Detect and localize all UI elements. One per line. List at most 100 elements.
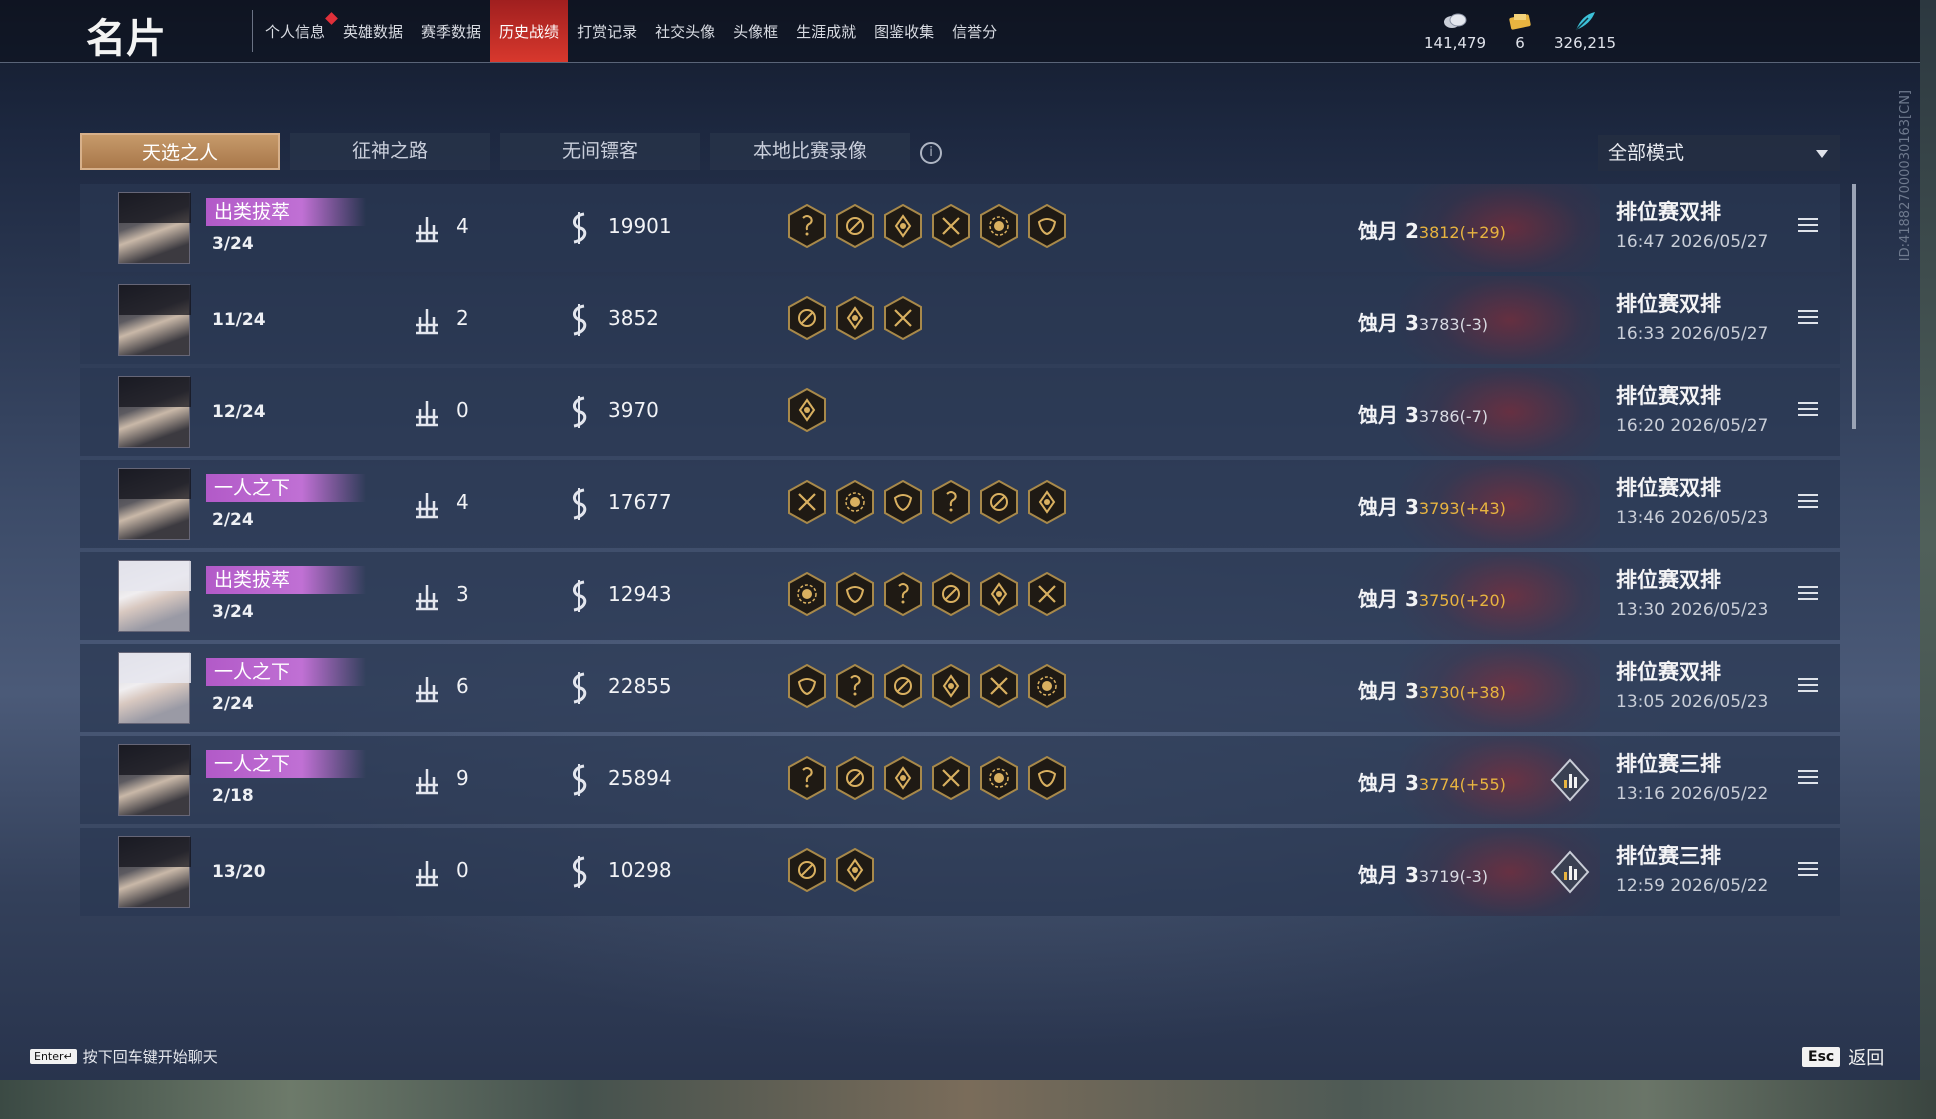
- match-row[interactable]: 出类拔萃 3/24 3 12943 蚀月 33750(+20) 排位赛双排 13:30 20…: [80, 552, 1840, 640]
- rank-score: 3793(+43): [1418, 499, 1506, 518]
- kills-count: 2: [456, 306, 469, 330]
- match-row[interactable]: 11/24 2 3852 蚀月 33783(-3) 排位赛双排 16:33 2026/05…: [80, 276, 1840, 364]
- nav-item-2[interactable]: 赛季数据: [412, 0, 490, 62]
- list-menu-icon[interactable]: [1798, 770, 1818, 786]
- back-button[interactable]: Esc 返回: [1802, 1044, 1884, 1070]
- damage-value: 3970: [608, 398, 659, 422]
- mode-dropdown-value: 全部模式: [1608, 142, 1685, 164]
- rank-tier-name: 蚀月 3: [1358, 311, 1419, 335]
- list-menu-icon[interactable]: [1798, 218, 1818, 234]
- item-icon[interactable]: [980, 572, 1018, 616]
- list-menu-icon[interactable]: [1798, 402, 1818, 418]
- item-icon[interactable]: [980, 756, 1018, 800]
- item-icon[interactable]: [884, 756, 922, 800]
- rank-score: 3719(-3): [1418, 867, 1489, 886]
- item-icon[interactable]: [1028, 480, 1066, 524]
- kills-count: 4: [456, 490, 469, 514]
- avatar-hair: [119, 837, 191, 867]
- achievement-badge: 出类拔萃: [206, 198, 366, 226]
- item-icon[interactable]: [884, 296, 922, 340]
- list-menu-icon[interactable]: [1798, 862, 1818, 878]
- achievement-badge: 出类拔萃: [206, 566, 366, 594]
- team-stats-icon[interactable]: [1550, 758, 1590, 802]
- rank-score: 3786(-7): [1418, 407, 1489, 426]
- nav-item-7[interactable]: 生涯成就: [787, 0, 865, 62]
- nav-item-4[interactable]: 打赏记录: [568, 0, 646, 62]
- nav-item-label: 信誉分: [952, 23, 998, 41]
- currency-feather: 326,215: [1553, 10, 1617, 52]
- nav-item-label: 个人信息: [265, 23, 326, 41]
- match-time: 13:16 2026/05/22: [1616, 784, 1769, 804]
- kills-icon: [410, 211, 444, 245]
- tab-0[interactable]: 天选之人: [80, 133, 280, 170]
- list-menu-icon[interactable]: [1798, 310, 1818, 326]
- item-icon[interactable]: [932, 664, 970, 708]
- item-icon[interactable]: [884, 480, 922, 524]
- item-icon[interactable]: [1028, 664, 1066, 708]
- nav-item-0[interactable]: 个人信息: [256, 0, 338, 62]
- match-row[interactable]: 一人之下 2/24 4 17677 蚀月 33793(+43) 排位赛双排 13:46 20…: [80, 460, 1840, 548]
- list-menu-icon[interactable]: [1798, 678, 1818, 694]
- item-icon[interactable]: [1028, 756, 1066, 800]
- item-icon[interactable]: [980, 664, 1018, 708]
- item-icon[interactable]: [836, 664, 874, 708]
- nav-item-label: 赛季数据: [421, 23, 482, 41]
- item-icon[interactable]: [884, 664, 922, 708]
- tab-3[interactable]: 本地比赛录像: [710, 133, 910, 170]
- item-icon[interactable]: [932, 204, 970, 248]
- item-icon[interactable]: [980, 204, 1018, 248]
- match-time: 16:33 2026/05/27: [1616, 324, 1769, 344]
- match-row[interactable]: 一人之下 2/24 6 22855 蚀月 33730(+38) 排位赛双排 13:05 20…: [80, 644, 1840, 732]
- item-icon[interactable]: [788, 480, 826, 524]
- item-icon[interactable]: [788, 388, 826, 432]
- damage-value: 10298: [608, 858, 672, 882]
- item-icon[interactable]: [788, 664, 826, 708]
- tab-2[interactable]: 无间镖客: [500, 133, 700, 170]
- item-icon[interactable]: [836, 480, 874, 524]
- item-icon[interactable]: [836, 296, 874, 340]
- tab-1[interactable]: 征神之路: [290, 133, 490, 170]
- item-icon[interactable]: [980, 480, 1018, 524]
- info-icon[interactable]: i: [920, 142, 942, 164]
- nav-item-3[interactable]: 历史战绩: [490, 0, 569, 62]
- avatar-hair: [119, 653, 191, 683]
- match-time: 16:47 2026/05/27: [1616, 232, 1769, 252]
- chat-hint-text: 按下回车键开始聊天: [82, 1048, 218, 1066]
- kills-icon: [410, 303, 444, 337]
- nav-item-9[interactable]: 信誉分: [943, 0, 1006, 62]
- item-icon[interactable]: [788, 204, 826, 248]
- item-icon[interactable]: [884, 572, 922, 616]
- list-menu-icon[interactable]: [1798, 586, 1818, 602]
- item-icon[interactable]: [836, 756, 874, 800]
- item-icon[interactable]: [932, 756, 970, 800]
- item-icon[interactable]: [836, 204, 874, 248]
- item-icon[interactable]: [788, 296, 826, 340]
- list-menu-icon[interactable]: [1798, 494, 1818, 510]
- hero-avatar: [118, 744, 191, 816]
- item-icon[interactable]: [1028, 572, 1066, 616]
- nav-item-6[interactable]: 头像框: [724, 0, 787, 62]
- item-icon[interactable]: [788, 848, 826, 892]
- rank-tier-name: 蚀月 3: [1358, 863, 1419, 887]
- nav-item-1[interactable]: 英雄数据: [334, 0, 412, 62]
- mode-dropdown[interactable]: 全部模式: [1598, 135, 1840, 171]
- match-row[interactable]: 一人之下 2/18 9 25894 蚀月 33774(+55) 排位赛三排 13:16 20…: [80, 736, 1840, 824]
- match-row[interactable]: 出类拔萃 3/24 4 19901 蚀月 23812(+29) 排位赛双排 16:47 20…: [80, 184, 1840, 272]
- item-icon[interactable]: [932, 572, 970, 616]
- list-scrollbar[interactable]: [1852, 184, 1856, 429]
- match-row[interactable]: 13/20 0 10298 蚀月 33719(-3) 排位赛三排 12:59 2026/0…: [80, 828, 1840, 916]
- item-icon[interactable]: [788, 756, 826, 800]
- match-row[interactable]: 12/24 0 3970 蚀月 33786(-7) 排位赛双排 16:20 2026/05…: [80, 368, 1840, 456]
- item-icon[interactable]: [1028, 204, 1066, 248]
- nav-item-5[interactable]: 社交头像: [646, 0, 724, 62]
- item-icon[interactable]: [788, 572, 826, 616]
- item-icon[interactable]: [836, 572, 874, 616]
- placement-rank: 3/24: [212, 602, 254, 622]
- nav-item-8[interactable]: 图鉴收集: [865, 0, 943, 62]
- item-icon[interactable]: [836, 848, 874, 892]
- team-stats-icon[interactable]: [1550, 850, 1590, 894]
- match-time: 12:59 2026/05/22: [1616, 876, 1769, 896]
- item-icon[interactable]: [932, 480, 970, 524]
- item-icon[interactable]: [884, 204, 922, 248]
- rank-tier-name: 蚀月 3: [1358, 495, 1419, 519]
